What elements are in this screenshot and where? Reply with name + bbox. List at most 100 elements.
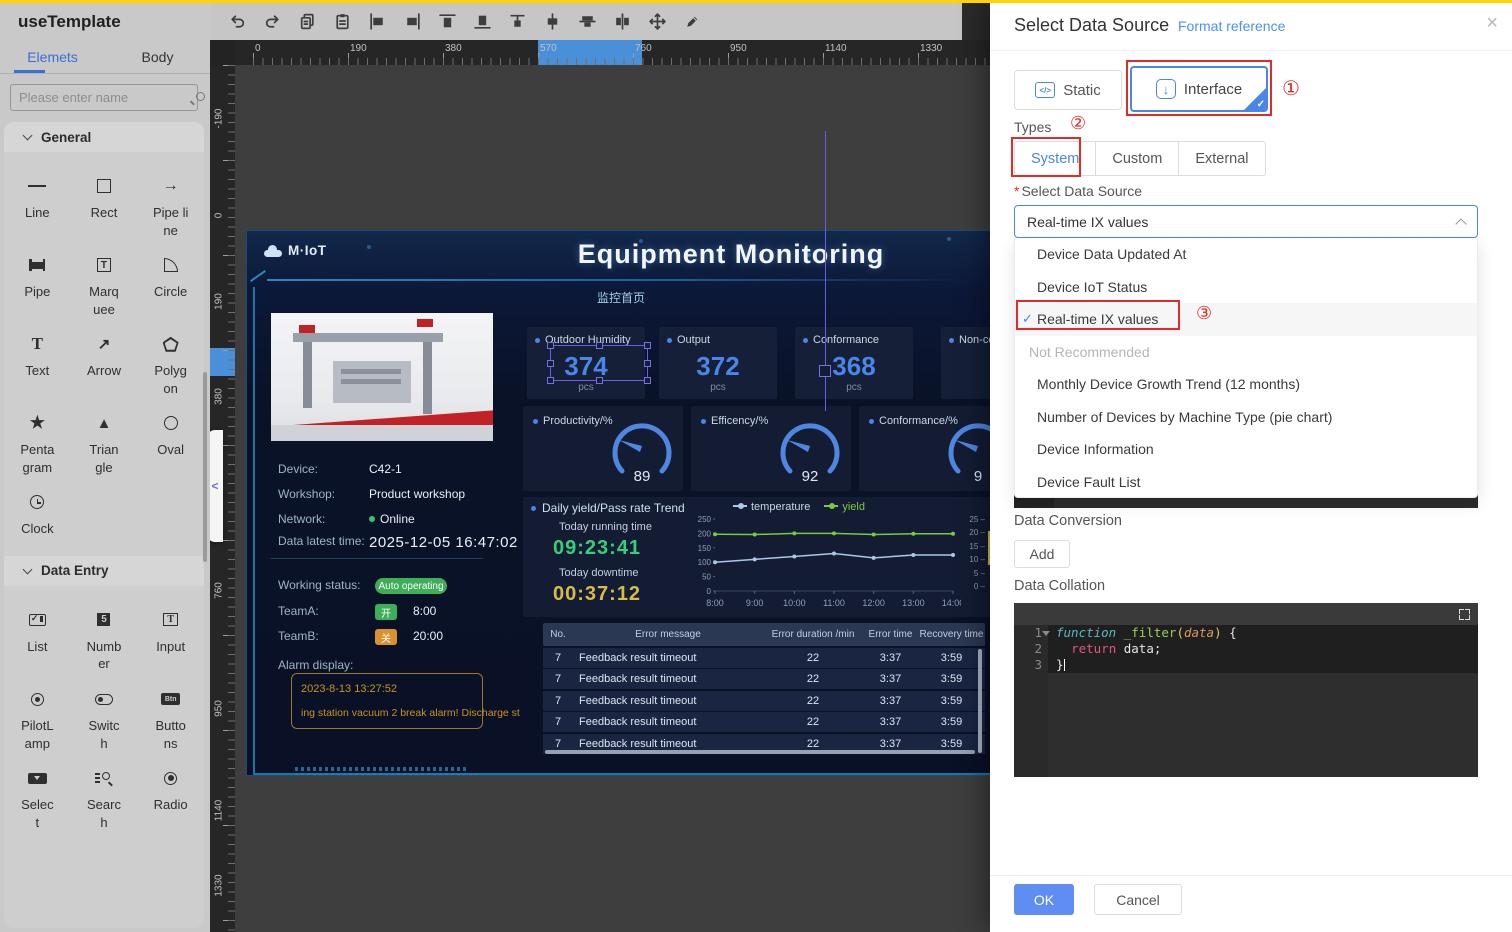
element-item-list[interactable]: ✓List xyxy=(4,594,71,673)
tab-external[interactable]: External xyxy=(1179,141,1265,176)
toolbar-paste-icon[interactable] xyxy=(329,9,355,35)
element-item-select[interactable]: Select xyxy=(4,752,71,831)
dropdown-item[interactable]: Device Data Updated At xyxy=(1015,238,1477,271)
toolbar-align-top-icon[interactable] xyxy=(434,9,460,35)
fullscreen-icon[interactable] xyxy=(1459,609,1470,620)
element-item-search[interactable]: Search xyxy=(71,752,138,831)
data-source-select[interactable]: Real-time IX values xyxy=(1014,205,1478,238)
search-input[interactable] xyxy=(19,90,195,105)
toolbar-redo-icon[interactable] xyxy=(259,9,285,35)
element-item-triangle[interactable]: ▲Triangle xyxy=(71,397,138,476)
bullet-icon xyxy=(531,506,536,511)
element-item-rect[interactable]: Rect xyxy=(71,160,138,239)
table-row[interactable]: 7Feedback result timeout223:373:59 xyxy=(543,648,985,668)
section-header-data-entry[interactable]: Data Entry xyxy=(4,556,204,586)
gauge-arc: 89 xyxy=(587,409,697,489)
element-item-text[interactable]: TText xyxy=(4,318,71,397)
element-item-buttons[interactable]: BtnButtons xyxy=(137,673,204,752)
toolbar-align-v-center-icon[interactable] xyxy=(574,9,600,35)
selection-handle[interactable] xyxy=(644,360,651,367)
element-item-arrow[interactable]: ↗Arrow xyxy=(71,318,138,397)
selection-handle[interactable] xyxy=(547,377,554,384)
tab-custom[interactable]: Custom xyxy=(1096,141,1179,176)
tab-system[interactable]: System xyxy=(1014,141,1096,176)
toolbar-pen-icon[interactable] xyxy=(679,9,705,35)
table-row[interactable]: 7Feedback result timeout223:373:59 xyxy=(543,712,985,732)
element-item-radio[interactable]: Radio xyxy=(137,752,204,831)
toolbar-align-right-icon[interactable] xyxy=(399,9,425,35)
chevron-down-icon xyxy=(23,131,33,141)
sidebar-scrollbar[interactable] xyxy=(203,372,207,562)
dropdown-item[interactable]: Device Information xyxy=(1015,433,1477,466)
svg-text:92: 92 xyxy=(802,468,819,485)
dropdown-group-label: Not Recommended xyxy=(1015,336,1477,369)
toolbar-move-icon[interactable] xyxy=(644,9,670,35)
selection-rotate-handle[interactable] xyxy=(819,365,831,377)
selection-handle[interactable] xyxy=(547,360,554,367)
code-editor[interactable]: 1function _filter(data) {2 return data;3… xyxy=(1014,603,1478,777)
table-hscrollbar[interactable] xyxy=(545,750,975,754)
element-item-line[interactable]: Line xyxy=(4,160,71,239)
element-item-pipe-line[interactable]: →Pipe line xyxy=(137,160,204,239)
element-item-pilotlamp[interactable]: PilotLamp xyxy=(4,673,71,752)
element-item-oval[interactable]: Oval xyxy=(137,397,204,476)
element-item-marquee[interactable]: TMarquee xyxy=(71,239,138,318)
element-search-box[interactable] xyxy=(10,84,198,111)
selection-handle[interactable] xyxy=(547,342,554,349)
format-reference-link[interactable]: Format reference xyxy=(1178,18,1285,34)
data-conversion-label: Data Conversion xyxy=(1014,513,1122,529)
ruler-tick-label: 570 xyxy=(540,43,557,54)
cancel-button[interactable]: Cancel xyxy=(1094,884,1182,915)
toolbar-copy-icon[interactable] xyxy=(294,9,320,35)
section-header-general[interactable]: General xyxy=(4,122,204,152)
stat-card-2[interactable]: Output372pcs xyxy=(659,327,777,399)
close-icon[interactable]: × xyxy=(1486,12,1498,35)
dropdown-item[interactable]: Device Fault List xyxy=(1015,466,1477,499)
element-item-circle[interactable]: Circle xyxy=(137,239,204,318)
dropdown-item-selected[interactable]: Real-time IX values✓ xyxy=(1015,303,1477,336)
table-row[interactable]: 7Feedback result timeout223:373:59 xyxy=(543,669,985,689)
stat-card-3[interactable]: Conformance368pcs xyxy=(795,327,913,399)
element-item-clock[interactable]: Clock xyxy=(4,476,71,538)
element-item-label: Polygon xyxy=(153,362,189,397)
toolbar-align-left-icon[interactable] xyxy=(364,9,390,35)
tab-elements[interactable]: Elemets xyxy=(0,42,105,73)
element-item-pentagram[interactable]: ★Pentagram xyxy=(4,397,71,476)
static-source-button[interactable]: </> Static xyxy=(1014,70,1122,110)
pipe-icon xyxy=(29,253,45,277)
selection-handle[interactable] xyxy=(644,377,651,384)
element-item-switch[interactable]: Switch xyxy=(71,673,138,752)
element-item-polygon[interactable]: Polygon xyxy=(137,318,204,397)
table-vscrollbar[interactable] xyxy=(978,649,982,753)
selection-handle[interactable] xyxy=(644,342,651,349)
element-item-pipe[interactable]: Pipe xyxy=(4,239,71,318)
interface-source-button[interactable]: ↓ Interface ✓ xyxy=(1130,66,1268,112)
add-button[interactable]: Add xyxy=(1014,540,1070,568)
dropdown-item[interactable]: Number of Devices by Machine Type (pie c… xyxy=(1015,401,1477,434)
toolbar-align-v-top-icon[interactable] xyxy=(504,9,530,35)
toolbar-align-h-center-icon[interactable] xyxy=(539,9,565,35)
selection-handle[interactable] xyxy=(596,377,603,384)
table-row[interactable]: 7Feedback result timeout223:373:59 xyxy=(543,691,985,711)
selection-box[interactable] xyxy=(550,345,648,381)
element-item-input[interactable]: TInput xyxy=(137,594,204,673)
divider xyxy=(271,558,483,559)
tab-body[interactable]: Body xyxy=(105,42,210,73)
toolbar-distribute-h-icon[interactable] xyxy=(609,9,635,35)
selection-handle[interactable] xyxy=(596,342,603,349)
svg-text:100: 100 xyxy=(698,558,712,567)
annotation-number-2: ② xyxy=(1070,113,1086,134)
ok-button[interactable]: OK xyxy=(1014,884,1074,915)
search-icon xyxy=(95,766,113,790)
machine-part xyxy=(423,342,432,414)
element-item-label: Line xyxy=(25,204,50,222)
downtime-value: 00:37:12 xyxy=(553,583,641,606)
horizontal-ruler: 019038057076095011401330 xyxy=(235,40,990,65)
element-item-number[interactable]: 5Number xyxy=(71,594,138,673)
toolbar-align-bottom-icon[interactable] xyxy=(469,9,495,35)
toolbar-undo-icon[interactable] xyxy=(224,9,250,35)
ruler-tick-label: 760 xyxy=(635,43,652,54)
dropdown-item[interactable]: Monthly Device Growth Trend (12 months) xyxy=(1015,368,1477,401)
dropdown-item[interactable]: Device IoT Status xyxy=(1015,271,1477,304)
fold-icon xyxy=(1042,631,1050,636)
